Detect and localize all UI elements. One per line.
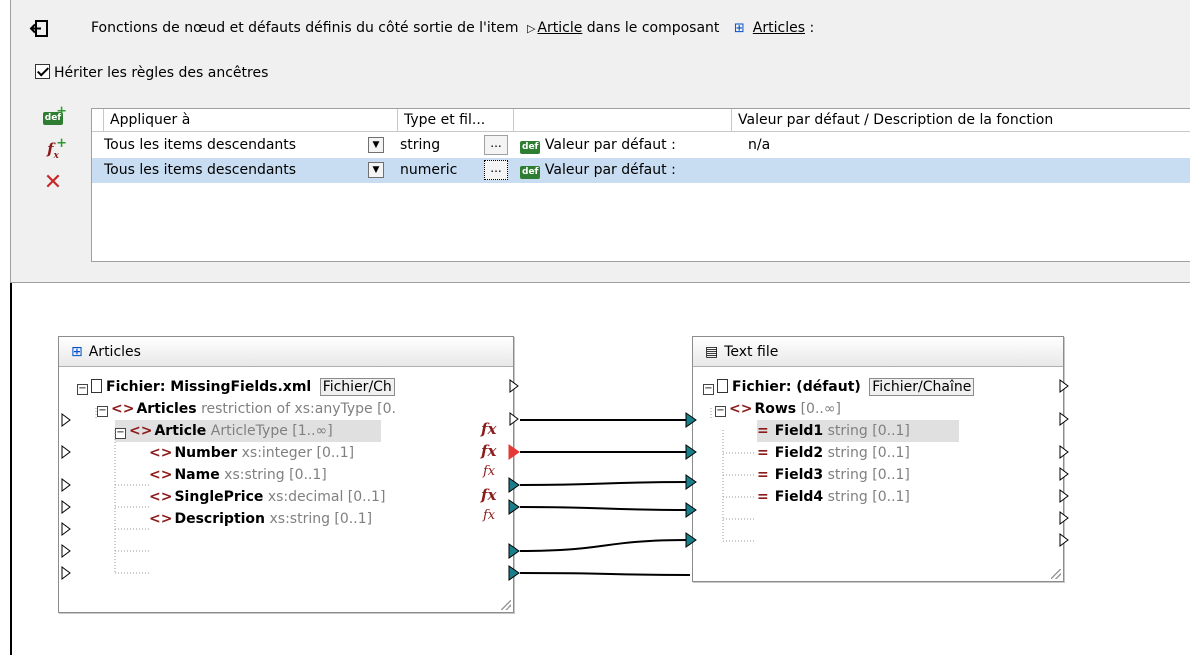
input-port-icon[interactable] xyxy=(685,412,697,428)
output-port-icon[interactable] xyxy=(509,412,519,426)
connection-line[interactable] xyxy=(519,506,691,511)
connection-line[interactable] xyxy=(519,572,691,576)
input-port-icon[interactable] xyxy=(61,522,71,536)
tree-guides xyxy=(95,408,756,574)
output-port-icon[interactable] xyxy=(508,543,520,559)
output-port-icon[interactable] xyxy=(509,379,519,393)
input-port-icon[interactable] xyxy=(685,502,697,518)
mapping-links xyxy=(61,379,1069,581)
output-port-icon[interactable] xyxy=(1059,445,1069,459)
output-port-icon[interactable] xyxy=(1059,467,1069,481)
input-port-icon[interactable] xyxy=(685,474,697,490)
output-port-icon[interactable] xyxy=(508,477,520,493)
connection-line[interactable] xyxy=(519,539,691,552)
output-port-icon[interactable] xyxy=(508,499,520,515)
input-port-icon[interactable] xyxy=(61,413,71,427)
output-port-icon[interactable] xyxy=(1059,511,1069,525)
output-port-icon[interactable] xyxy=(1059,533,1069,547)
input-port-icon[interactable] xyxy=(61,544,71,558)
output-port-icon[interactable] xyxy=(508,565,520,581)
input-port-icon[interactable] xyxy=(685,532,697,548)
input-port-icon[interactable] xyxy=(685,444,697,460)
input-port-icon[interactable] xyxy=(61,566,71,580)
output-port-icon[interactable] xyxy=(1059,379,1069,393)
output-port-icon[interactable] xyxy=(1059,489,1069,503)
input-port-icon[interactable] xyxy=(61,500,71,514)
input-port-icon[interactable] xyxy=(61,478,71,492)
input-port-icon[interactable] xyxy=(61,445,71,459)
output-port-icon[interactable] xyxy=(508,444,520,460)
connection-line[interactable] xyxy=(519,481,691,486)
output-port-icon[interactable] xyxy=(1059,412,1069,426)
